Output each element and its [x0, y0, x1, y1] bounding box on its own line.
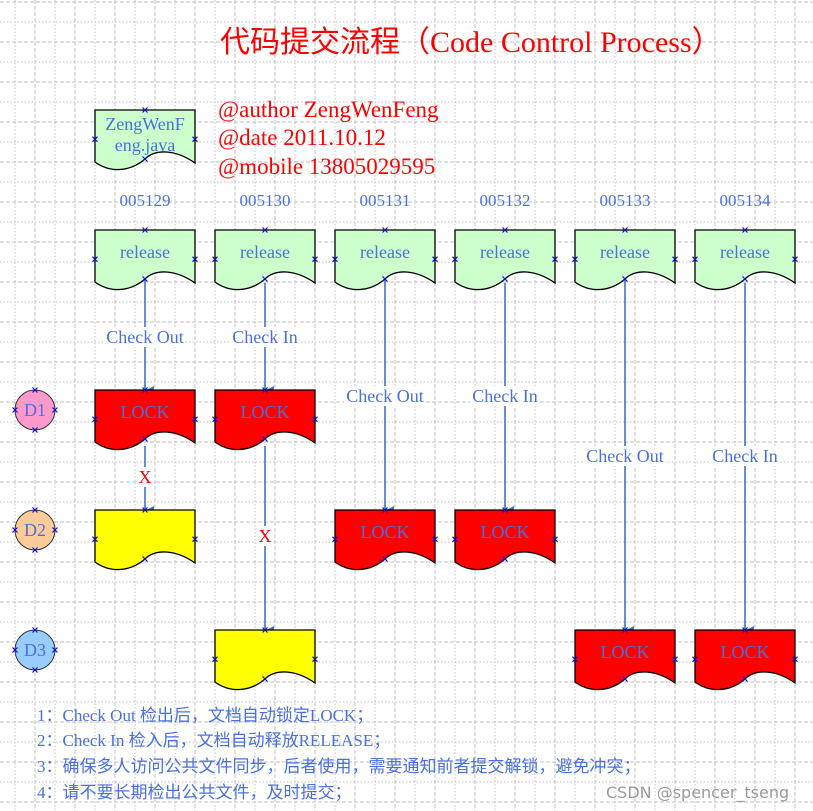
notes-list: 1：Check Out 检出后，文档自动锁定LOCK； 2：Check In 检… [37, 706, 641, 802]
shape-label: LOCK [241, 402, 290, 422]
note-item: 3：确保多人访问公共文件同步，后者使用，需要通知前者提交解锁，避免冲突； [37, 756, 641, 776]
developer-label: D3 [24, 640, 46, 660]
check-in-label: Check In [712, 446, 777, 466]
blocked-x-label: X [139, 467, 152, 487]
note-item: 2：Check In 检入后，文档自动释放RELEASE； [37, 731, 390, 750]
shape-label: release [480, 242, 530, 262]
check-out-label: Check Out [106, 327, 183, 347]
shape-label: LOCK [721, 642, 770, 662]
release-node[interactable]: release [452, 227, 558, 291]
shape-label: LOCK [121, 402, 170, 422]
lock-node[interactable]: LOCK [92, 387, 198, 451]
waiting-node[interactable] [92, 507, 198, 571]
version-label: 005130 [240, 191, 291, 210]
shape-label: release [360, 242, 410, 262]
version-label: 005134 [720, 191, 772, 210]
mobile-text: @mobile 13805029595 [218, 154, 435, 179]
document-shape [94, 509, 196, 571]
flow-diagram: ZengWenFeng.java release release release rel… [0, 0, 813, 811]
shape-label: ZengWenF [105, 114, 185, 134]
shape-label: release [720, 242, 770, 262]
lock-node[interactable]: LOCK [572, 627, 678, 691]
diagram-title: 代码提交流程（Code Control Process） [220, 26, 722, 59]
version-label: 005129 [120, 191, 171, 210]
check-out-label: Check Out [586, 446, 663, 466]
source-file-node[interactable]: ZengWenFeng.java [92, 107, 198, 171]
version-label: 005132 [480, 191, 531, 210]
developer-node-d1[interactable]: D1 [12, 387, 58, 433]
shape-label: release [120, 242, 170, 262]
check-out-label: Check Out [346, 386, 423, 406]
check-in-label: Check In [232, 327, 297, 347]
author-text: @author ZengWenFeng [218, 97, 439, 122]
shape-label: LOCK [481, 522, 530, 542]
lock-node[interactable]: LOCK [452, 507, 558, 571]
blocked-x-label: X [259, 526, 272, 546]
developer-node-d3[interactable]: D3 [12, 627, 58, 673]
version-label: 005133 [600, 191, 651, 210]
lock-node[interactable]: LOCK [212, 387, 318, 451]
release-node[interactable]: release [692, 227, 798, 291]
shape-label: release [600, 242, 650, 262]
shape-label: release [240, 242, 290, 262]
watermark: CSDN @spencer_tseng [606, 783, 789, 803]
lock-node[interactable]: LOCK [332, 507, 438, 571]
document-shape [214, 629, 316, 691]
check-in-label: Check In [472, 386, 537, 406]
developer-label: D1 [24, 400, 46, 420]
developer-label: D2 [24, 520, 46, 540]
developer-node-d2[interactable]: D2 [12, 507, 58, 553]
note-item: 1：Check Out 检出后，文档自动锁定LOCK； [37, 706, 373, 725]
note-item: 4：请不要长期检出公共文件，及时提交； [37, 783, 352, 802]
release-node[interactable]: release [212, 227, 318, 291]
waiting-node[interactable] [212, 627, 318, 691]
version-label: 005131 [360, 191, 411, 210]
date-text: @date 2011.10.12 [218, 125, 386, 150]
lock-node[interactable]: LOCK [692, 627, 798, 691]
shape-label: LOCK [601, 642, 650, 662]
shape-label: LOCK [361, 522, 410, 542]
shape-label: eng.java [115, 135, 175, 155]
